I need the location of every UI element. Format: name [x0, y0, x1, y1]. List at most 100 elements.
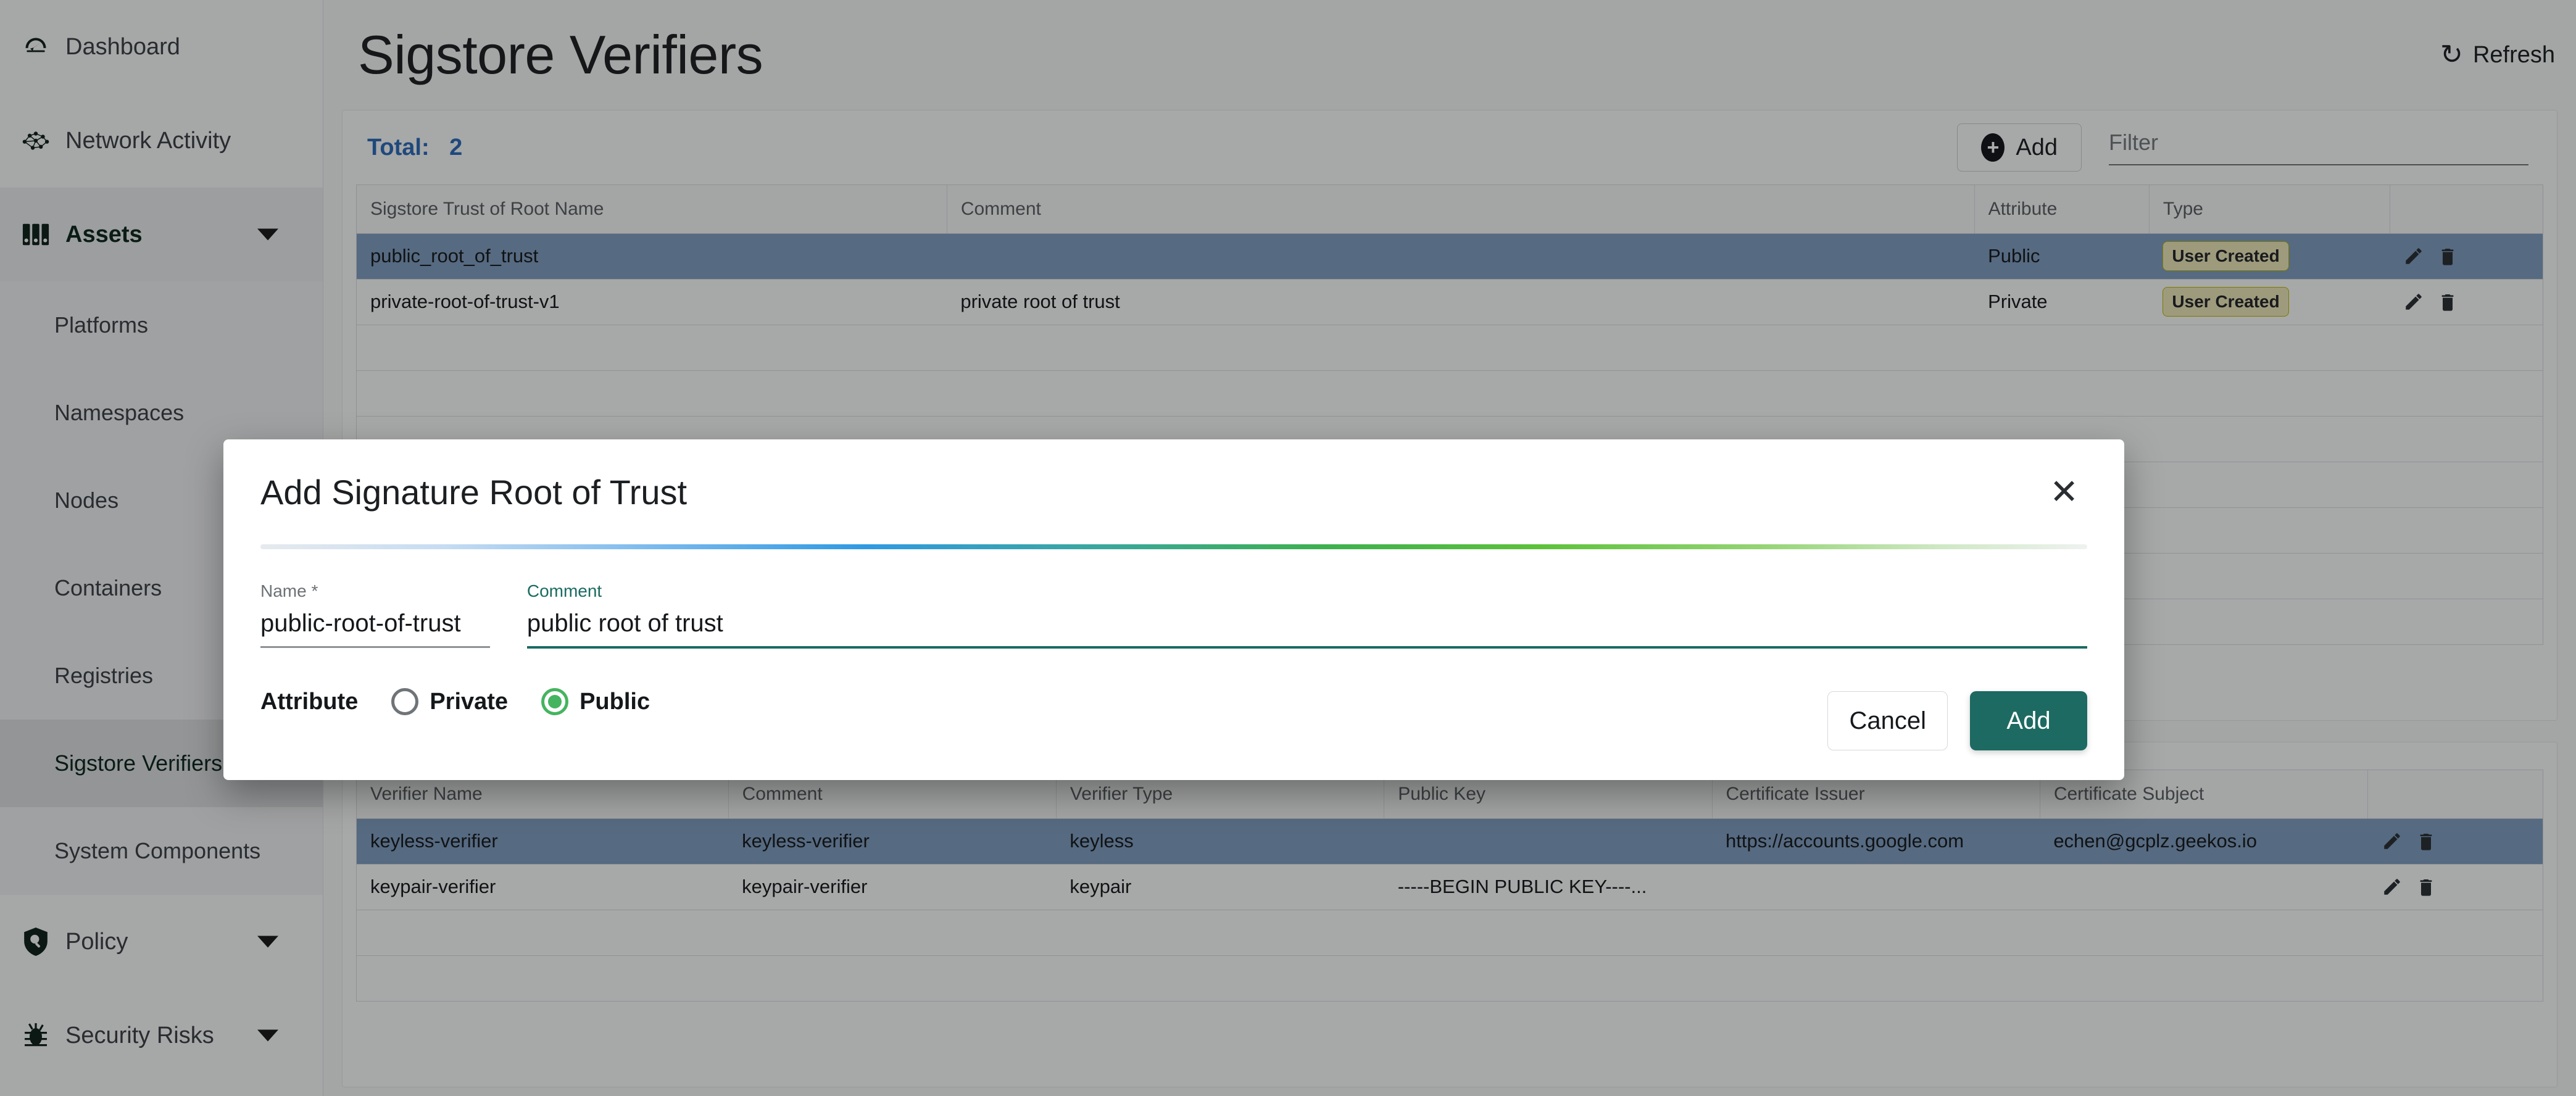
verifiers-table: Verifier Name Comment Verifier Type Publ…: [357, 770, 2543, 1002]
cell-comment: keypair-verifier: [728, 864, 1056, 910]
total-count: Total: 2: [367, 135, 462, 161]
edit-pencil-icon[interactable]: [2382, 831, 2403, 852]
cell-certificate-subject: [2040, 864, 2367, 910]
sidebar-item-policy[interactable]: Policy: [0, 895, 323, 989]
sidebar-item-label: Nodes: [54, 488, 118, 513]
cancel-button[interactable]: Cancel: [1827, 691, 1948, 750]
sidebar-item-assets[interactable]: Assets: [0, 188, 323, 281]
cell-comment: private root of trust: [947, 279, 1974, 325]
roots-filter-input[interactable]: [2109, 130, 2528, 156]
column-header-root-name[interactable]: Sigstore Trust of Root Name: [357, 185, 947, 233]
cell-verifier-name: keyless-verifier: [357, 818, 728, 864]
column-header-comment[interactable]: Comment: [947, 185, 1974, 233]
network-graph-icon: [6, 128, 65, 153]
cell-actions: [2368, 818, 2543, 864]
shield-search-icon: [6, 928, 65, 956]
total-value: 2: [449, 135, 462, 160]
table-row[interactable]: keypair-verifier keypair-verifier keypai…: [357, 864, 2543, 910]
sidebar-item-system-components[interactable]: System Components: [0, 807, 323, 895]
sidebar-item-dashboard[interactable]: Dashboard: [0, 0, 323, 94]
page-header: Sigstore Verifiers ↺ Refresh: [323, 0, 2576, 110]
sidebar-item-label: Registries: [54, 663, 153, 689]
radio-label-public: Public: [580, 689, 650, 715]
radio-option-private[interactable]: Private: [391, 688, 508, 715]
chevron-down-icon[interactable]: [257, 1030, 278, 1042]
page-title: Sigstore Verifiers: [358, 23, 763, 86]
delete-trash-icon[interactable]: [2416, 876, 2436, 897]
cell-certificate-issuer: [1712, 864, 2040, 910]
attribute-radio-group: Attribute Private Public: [260, 688, 2087, 715]
dialog-footer: Cancel Add: [1827, 691, 2087, 750]
delete-trash-icon[interactable]: [2438, 291, 2458, 312]
sidebar-item-label: Containers: [54, 575, 162, 601]
table-row-empty: [357, 370, 2543, 416]
delete-trash-icon[interactable]: [2416, 831, 2436, 852]
cell-certificate-issuer: https://accounts.google.com: [1712, 818, 2040, 864]
column-header-actions: [2368, 770, 2543, 818]
cell-verifier-type: keypair: [1056, 864, 1384, 910]
edit-pencil-icon[interactable]: [2403, 246, 2424, 267]
delete-trash-icon[interactable]: [2438, 246, 2458, 267]
table-header-row: Sigstore Trust of Root Name Comment Attr…: [357, 185, 2543, 233]
sidebar-item-label: Assets: [65, 222, 143, 248]
cell-verifier-type: keyless: [1056, 818, 1384, 864]
edit-pencil-icon[interactable]: [2382, 876, 2403, 897]
column-header-attribute[interactable]: Attribute: [1974, 185, 2149, 233]
dialog-body: Name * Comment Attribute Private Public: [260, 549, 2087, 715]
verifiers-card: Verifier Name Comment Verifier Type Publ…: [342, 742, 2557, 1087]
table-row-empty: [357, 955, 2543, 1001]
sidebar-item-label: Sigstore Verifiers: [54, 750, 222, 776]
name-field-group: Name *: [260, 581, 490, 654]
cell-type: User Created: [2149, 279, 2390, 325]
cell-verifier-name: keypair-verifier: [357, 864, 728, 910]
cell-comment: [947, 233, 1974, 279]
sidebar-item-platforms[interactable]: Platforms: [0, 281, 323, 369]
gauge-icon: [6, 33, 65, 60]
dialog-title: Add Signature Root of Trust: [260, 472, 687, 512]
radio-circle-icon[interactable]: [391, 688, 418, 715]
sidebar-item-network-activity[interactable]: Network Activity: [0, 94, 323, 188]
radio-option-public[interactable]: Public: [541, 688, 650, 715]
cell-type: User Created: [2149, 233, 2390, 279]
comment-input[interactable]: [527, 610, 2087, 649]
table-row-empty: [357, 910, 2543, 955]
chevron-down-icon[interactable]: [257, 229, 278, 241]
cell-public-key: [1384, 818, 1712, 864]
cell-root-name: public_root_of_trust: [357, 233, 947, 279]
verifiers-table-wrapper: Verifier Name Comment Verifier Type Publ…: [356, 770, 2543, 1002]
add-root-button[interactable]: + Add: [1957, 123, 2082, 172]
comment-field-group: Comment: [527, 581, 2087, 654]
cell-attribute: Private: [1974, 279, 2149, 325]
close-x-icon[interactable]: ✕: [2041, 468, 2087, 515]
table-row[interactable]: private-root-of-trust-v1 private root of…: [357, 279, 2543, 325]
edit-pencil-icon[interactable]: [2403, 291, 2424, 312]
bug-icon: [6, 1022, 65, 1049]
sidebar-item-label: Network Activity: [65, 128, 231, 154]
name-input[interactable]: [260, 610, 490, 648]
table-row[interactable]: public_root_of_trust Public User Created: [357, 233, 2543, 279]
sidebar-item-label: System Components: [54, 838, 260, 864]
cell-public-key: -----BEGIN PUBLIC KEY----...: [1384, 864, 1712, 910]
cell-certificate-subject: echen@gcplz.geekos.io: [2040, 818, 2367, 864]
radio-label-private: Private: [430, 689, 508, 715]
submit-add-button[interactable]: Add: [1970, 691, 2087, 750]
roots-toolbar: Total: 2 + Add: [343, 110, 2557, 185]
table-row-empty: [357, 325, 2543, 370]
sidebar-item-security-risks[interactable]: Security Risks: [0, 989, 323, 1082]
dialog-gradient-divider: [260, 544, 2087, 549]
name-field-label: Name *: [260, 581, 490, 601]
status-badge: User Created: [2163, 241, 2288, 271]
chevron-down-icon[interactable]: [257, 936, 278, 948]
sidebar-item-label: Namespaces: [54, 400, 184, 426]
refresh-icon: ↺: [2440, 41, 2463, 68]
plus-circle-icon: +: [1981, 133, 2005, 162]
sidebar-item-label: Dashboard: [65, 34, 180, 60]
refresh-button[interactable]: ↺ Refresh: [2440, 41, 2555, 68]
cell-attribute: Public: [1974, 233, 2149, 279]
table-row[interactable]: keyless-verifier keyless-verifier keyles…: [357, 818, 2543, 864]
column-header-type[interactable]: Type: [2149, 185, 2390, 233]
radio-circle-selected-icon[interactable]: [541, 688, 568, 715]
assets-icon: [6, 222, 65, 247]
column-header-actions: [2390, 185, 2543, 233]
add-root-label: Add: [2016, 135, 2058, 161]
